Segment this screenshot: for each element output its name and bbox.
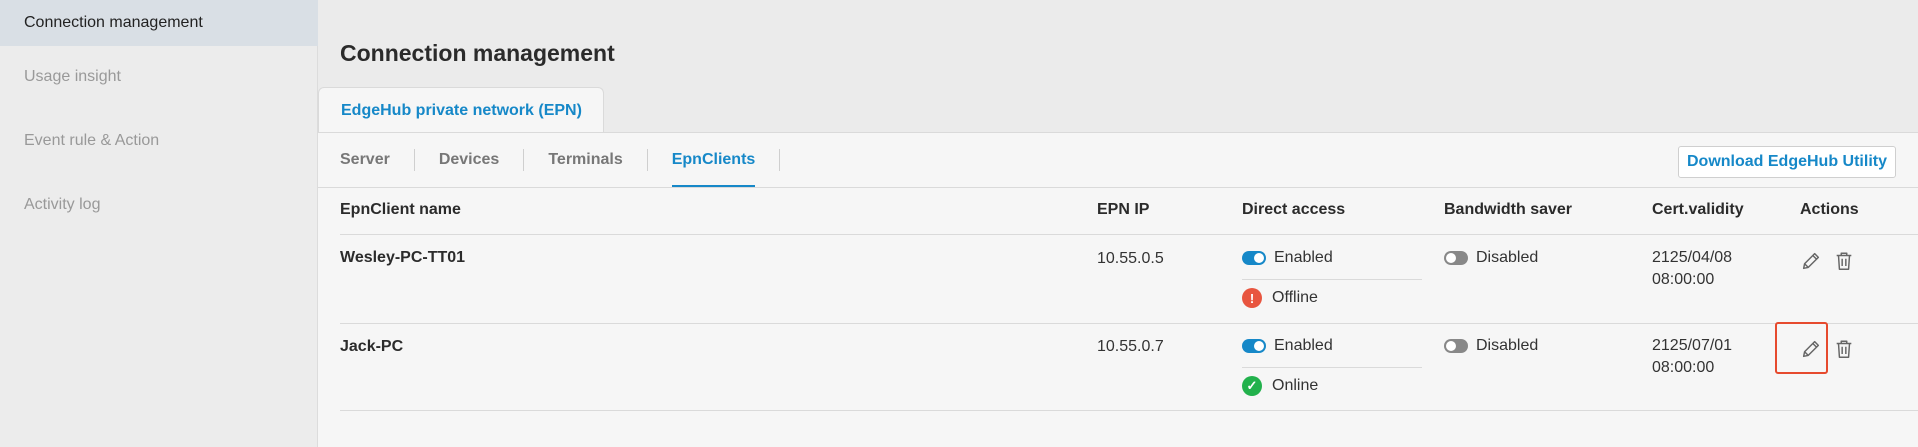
connection-status: ✓ Online bbox=[1242, 376, 1318, 396]
connection-status: ! Offline bbox=[1242, 288, 1318, 308]
sidebar-item-label: Usage insight bbox=[24, 68, 121, 85]
sidebar: Connection management Usage insight Even… bbox=[0, 0, 318, 447]
page-title: Connection management bbox=[340, 40, 615, 66]
download-edgehub-utility-button[interactable]: Download EdgeHub Utility bbox=[1678, 146, 1896, 178]
direct-access: Enabled bbox=[1242, 249, 1333, 267]
delete-icon[interactable] bbox=[1833, 250, 1855, 272]
subtab-terminals[interactable]: Terminals bbox=[524, 149, 648, 171]
col-header-actions: Actions bbox=[1800, 201, 1859, 218]
divider bbox=[1242, 279, 1422, 280]
sidebar-item-label: Activity log bbox=[24, 196, 101, 213]
subtabs: Server Devices Terminals EpnClients bbox=[340, 133, 781, 188]
col-header-cert-validity: Cert.validity bbox=[1652, 201, 1744, 218]
bandwidth-saver-toggle[interactable] bbox=[1444, 250, 1468, 265]
direct-access-label: Enabled bbox=[1274, 337, 1333, 354]
tab-epn[interactable]: EdgeHub private network (EPN) bbox=[318, 87, 604, 133]
status-label: Online bbox=[1272, 377, 1319, 395]
epn-panel: Server Devices Terminals EpnClients Down… bbox=[318, 132, 1918, 447]
epn-ip: 10.55.0.5 bbox=[1097, 250, 1164, 267]
client-name: Jack-PC bbox=[340, 338, 404, 355]
col-header-name: EpnClient name bbox=[340, 201, 461, 218]
cert-date: 2125/04/08 bbox=[1652, 249, 1733, 266]
col-header-epn-ip: EPN IP bbox=[1097, 201, 1150, 218]
delete-icon[interactable] bbox=[1833, 338, 1855, 360]
edit-icon[interactable] bbox=[1800, 338, 1822, 360]
status-label: Offline bbox=[1272, 289, 1318, 307]
bandwidth-saver: Disabled bbox=[1444, 249, 1538, 267]
direct-access-toggle[interactable] bbox=[1242, 338, 1266, 353]
divider bbox=[1242, 367, 1422, 368]
sidebar-item-label: Connection management bbox=[24, 14, 203, 31]
col-header-bandwidth-saver: Bandwidth saver bbox=[1444, 201, 1573, 218]
sidebar-item-label: Event rule & Action bbox=[24, 132, 160, 149]
epn-ip: 10.55.0.7 bbox=[1097, 338, 1164, 355]
cert-time: 08:00:00 bbox=[1652, 271, 1715, 288]
sidebar-item-event-rule-action[interactable]: Event rule & Action bbox=[0, 118, 318, 164]
direct-access-toggle[interactable] bbox=[1242, 250, 1266, 265]
cert-date: 2125/07/01 bbox=[1652, 337, 1733, 354]
bandwidth-saver-toggle[interactable] bbox=[1444, 338, 1468, 353]
direct-access-label: Enabled bbox=[1274, 249, 1333, 266]
divider bbox=[340, 410, 1918, 411]
sidebar-item-usage-insight[interactable]: Usage insight bbox=[0, 54, 318, 100]
col-header-direct-access: Direct access bbox=[1242, 201, 1346, 218]
sidebar-item-activity-log[interactable]: Activity log bbox=[0, 182, 318, 228]
main-content: Connection management EdgeHub private ne… bbox=[318, 0, 1918, 447]
check-circle-icon: ✓ bbox=[1242, 376, 1262, 396]
edit-icon[interactable] bbox=[1800, 250, 1822, 272]
bandwidth-saver: Disabled bbox=[1444, 337, 1538, 355]
divider bbox=[340, 234, 1918, 235]
subtab-server[interactable]: Server bbox=[340, 149, 415, 171]
bandwidth-saver-label: Disabled bbox=[1476, 249, 1539, 266]
client-name: Wesley-PC-TT01 bbox=[340, 249, 466, 266]
divider bbox=[340, 323, 1918, 324]
divider bbox=[318, 187, 1918, 188]
direct-access: Enabled bbox=[1242, 337, 1333, 355]
cert-time: 08:00:00 bbox=[1652, 359, 1715, 376]
subtab-devices[interactable]: Devices bbox=[415, 149, 525, 171]
warning-icon: ! bbox=[1242, 288, 1262, 308]
bandwidth-saver-label: Disabled bbox=[1476, 337, 1539, 354]
subtab-epnclients[interactable]: EpnClients bbox=[648, 149, 781, 188]
sidebar-item-connection-management[interactable]: Connection management bbox=[0, 0, 318, 46]
